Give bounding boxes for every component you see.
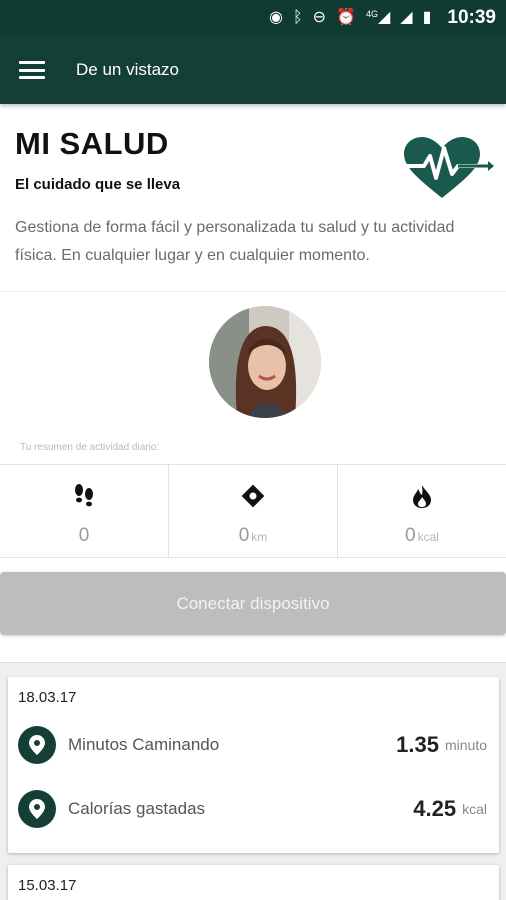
battery-icon: ▮ <box>422 9 432 26</box>
avatar[interactable] <box>209 306 321 418</box>
dnd-icon: ⊖ <box>312 9 327 26</box>
metric-label: Calorías gastadas <box>68 799 206 818</box>
activity-card[interactable]: 18.03.17 Minutos Caminando 1.35 minuto C… <box>8 677 499 853</box>
metric-value: 1.35 <box>396 732 439 757</box>
activity-card[interactable]: 15.03.17 <box>8 865 499 900</box>
stat-distance[interactable]: 0 km <box>169 465 338 557</box>
card-date: 18.03.17 <box>18 689 77 706</box>
card-date: 15.03.17 <box>18 877 77 894</box>
activity-summary-label: Tu resumen de actividad diario: <box>20 442 160 453</box>
heart-pulse-icon <box>402 137 494 198</box>
page-description: Gestiona de forma fácil y personalizada … <box>15 219 455 264</box>
footsteps-icon <box>71 483 97 509</box>
location-pin-icon <box>18 790 56 828</box>
calories-value: 0 <box>405 525 416 546</box>
menu-button[interactable] <box>0 36 64 104</box>
status-bar: ◉ ᛒ ⊖ ⏰ 4G◢ ◢ ▮ 10:39 <box>0 0 506 36</box>
profile-section: Tu resumen de actividad diario: <box>0 292 506 464</box>
hamburger-icon <box>19 61 45 79</box>
metric-label: Minutos Caminando <box>68 735 220 754</box>
stat-steps[interactable]: 0 <box>0 465 169 557</box>
app-bar: De un vistazo <box>0 36 506 104</box>
signal-icon: 4G◢ <box>365 9 391 26</box>
hotspot-icon: ◉ <box>269 9 283 26</box>
list-item[interactable]: Calorías gastadas 4.25 kcal <box>18 789 487 829</box>
hero-section: MI SALUD El cuidado que se lleva Gestion… <box>0 104 506 292</box>
daily-stats: 0 0 km 0 kcal <box>0 464 506 558</box>
steps-value: 0 <box>78 525 90 546</box>
connect-device-button[interactable]: Conectar dispositivo <box>0 572 506 635</box>
activity-feed: 18.03.17 Minutos Caminando 1.35 minuto C… <box>0 662 506 900</box>
location-diamond-icon <box>240 483 266 509</box>
calories-unit: kcal <box>417 530 439 544</box>
signal-icon: ◢ <box>400 9 413 26</box>
distance-unit: km <box>251 530 268 544</box>
metric-value: 4.25 <box>413 796 457 821</box>
bluetooth-icon: ᛒ <box>293 9 303 26</box>
metric-unit: minuto <box>444 737 487 753</box>
page-subtitle: El cuidado que se lleva <box>15 176 181 193</box>
status-time: 10:39 <box>447 7 496 28</box>
page-title: MI SALUD <box>15 126 169 161</box>
stat-calories[interactable]: 0 kcal <box>338 465 506 557</box>
alarm-icon: ⏰ <box>336 9 356 26</box>
metric-unit: kcal <box>462 801 487 817</box>
network-label: 4G <box>365 9 378 19</box>
flame-icon <box>409 483 435 509</box>
app-bar-title: De un vistazo <box>76 60 179 79</box>
list-item[interactable]: Minutos Caminando 1.35 minuto <box>18 725 487 765</box>
location-pin-icon <box>18 726 56 764</box>
distance-value: 0 <box>238 525 250 546</box>
